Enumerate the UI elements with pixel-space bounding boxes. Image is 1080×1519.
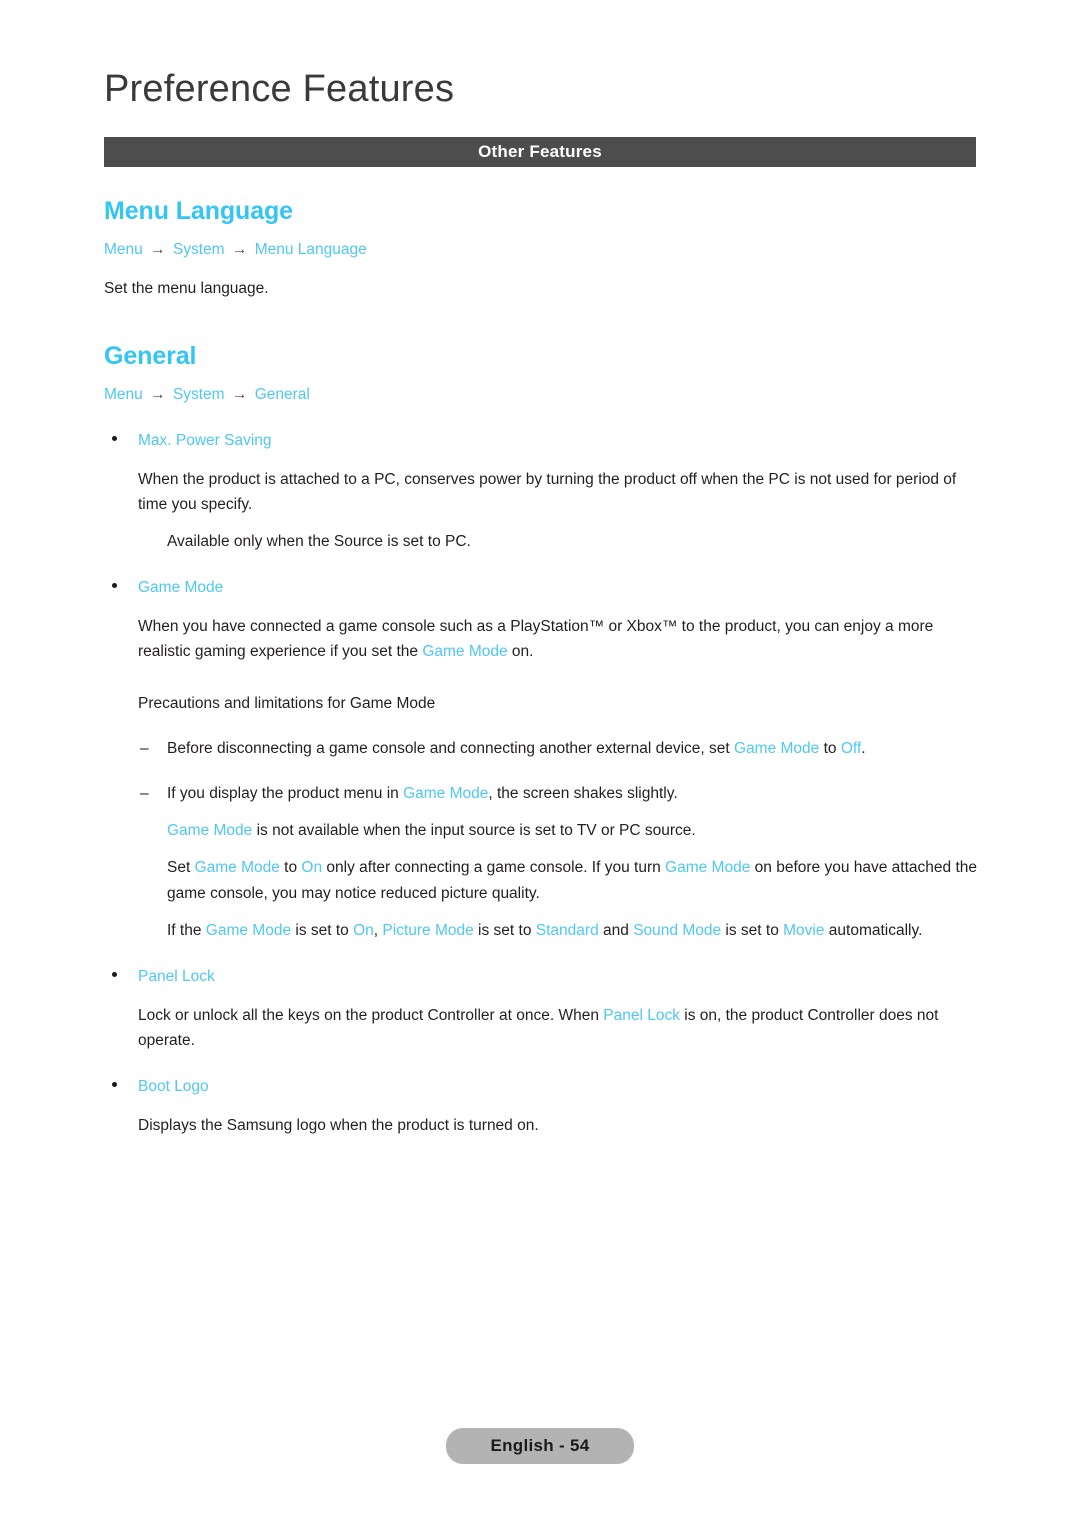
text-segment: on. (507, 642, 534, 660)
breadcrumb-item: General (254, 386, 310, 404)
text-segment-highlight: On (301, 859, 323, 877)
arrow-right-icon: → (150, 241, 166, 258)
section-bar-label: Other Features (478, 142, 602, 161)
feature-label: Boot Logo (138, 1078, 209, 1095)
bullet-dot-icon (112, 582, 117, 588)
text-segment: to (819, 740, 841, 758)
feature-item-boot-logo: Boot Logo (0, 1075, 1080, 1099)
feature-item-max-power-saving: Max. Power Saving (0, 429, 1080, 453)
text-segment: to (279, 859, 302, 877)
text-segment-highlight: Game Mode (733, 740, 820, 758)
arrow-right-icon: → (231, 241, 248, 258)
text-segment: If the (167, 921, 206, 939)
text-segment: only after connecting a game console. If… (322, 859, 666, 877)
bullet-dot-icon (112, 435, 117, 441)
boot-logo-paragraph: Displays the Samsung logo when the produ… (138, 1117, 539, 1135)
text-segment-highlight: Game Mode (205, 921, 292, 939)
page-content: Menu Language Menu → System → Menu Langu… (0, 196, 1080, 1138)
text-segment-highlight: Standard (535, 921, 599, 939)
text-segment-highlight: On (353, 921, 374, 939)
arrow-right-icon: → (231, 386, 248, 404)
text-segment: Before disconnecting a game console and … (167, 740, 734, 758)
panel-lock-paragraph: Lock or unlock all the keys on the produ… (0, 1003, 1080, 1053)
text-segment: Set (167, 859, 195, 877)
max-power-saving-paragraph: When the product is attached to a PC, co… (138, 470, 957, 513)
text-segment-highlight: Off (840, 740, 862, 758)
breadcrumb-general: Menu → System → General (0, 383, 1080, 406)
feature-item-game-mode: Game Mode (0, 576, 1080, 600)
text-segment: automatically. (824, 921, 923, 939)
feature-label: Game Mode (138, 578, 224, 596)
game-mode-note: Set Game Mode to On only after connectin… (0, 855, 1080, 905)
text-segment-highlight: Movie (783, 921, 825, 939)
topic-heading-general: General (104, 342, 197, 371)
game-mode-paragraph: When you have connected a game console s… (0, 614, 1080, 664)
breadcrumb-item: Menu (104, 241, 143, 258)
bullet-dot-icon (112, 1082, 117, 1087)
game-mode-note: If the Game Mode is set to On, Picture M… (0, 918, 1080, 943)
topic-heading-menu-language: Menu Language (104, 197, 293, 225)
breadcrumb-item: Menu Language (254, 241, 367, 258)
game-mode-note: Game Mode is not available when the inpu… (0, 818, 1080, 843)
chapter-title: Preference Features (104, 68, 455, 110)
precaution-item: – If you display the product menu in Gam… (0, 781, 1080, 806)
text-segment: is set to (291, 921, 354, 939)
text-segment: Lock or unlock all the keys on the produ… (138, 1006, 604, 1024)
menu-language-description: Set the menu language. (104, 280, 269, 298)
feature-label: Max. Power Saving (138, 431, 272, 449)
arrow-right-icon: → (150, 386, 166, 404)
text-segment-highlight: Sound Mode (633, 921, 722, 939)
feature-label: Panel Lock (138, 967, 215, 985)
section-bar: Other Features (104, 137, 976, 167)
precaution-item: – Before disconnecting a game console an… (0, 736, 1080, 761)
text-segment: is not available when the input source i… (252, 822, 696, 840)
text-segment: is set to (473, 921, 536, 939)
breadcrumb-item: Menu (104, 386, 143, 404)
breadcrumb-item: System (172, 241, 225, 258)
text-segment: is set to (721, 921, 784, 939)
text-segment: If you display the product menu in (167, 785, 404, 803)
precautions-heading: Precautions and limitations for Game Mod… (138, 695, 436, 713)
bullet-dot-icon (112, 971, 117, 977)
max-power-saving-note: Available only when the Source is set to… (167, 532, 471, 550)
text-segment-highlight: Picture Mode (382, 921, 474, 939)
breadcrumb-item: System (172, 386, 225, 404)
page-footer: English - 54 (0, 1428, 1080, 1464)
page-number-badge: English - 54 (446, 1428, 634, 1464)
text-segment-highlight: Game Mode (422, 642, 508, 660)
text-segment: and (598, 921, 634, 939)
document-page: Preference Features Other Features Menu … (0, 0, 1080, 1519)
feature-item-panel-lock: Panel Lock (0, 965, 1080, 989)
text-segment: , the screen shakes slightly. (488, 785, 678, 803)
text-segment-highlight: Game Mode (167, 822, 253, 840)
text-segment-highlight: Game Mode (194, 859, 280, 877)
text-segment-highlight: Game Mode (665, 859, 751, 877)
dash-marker-icon: – (140, 740, 149, 758)
text-segment-highlight: Game Mode (403, 785, 489, 803)
dash-marker-icon: – (140, 785, 149, 803)
text-segment: When you have connected a game console s… (138, 617, 934, 660)
text-segment: . (861, 740, 866, 758)
text-segment-highlight: Panel Lock (603, 1006, 680, 1024)
breadcrumb-menu-language: Menu → System → Menu Language (0, 238, 1080, 261)
